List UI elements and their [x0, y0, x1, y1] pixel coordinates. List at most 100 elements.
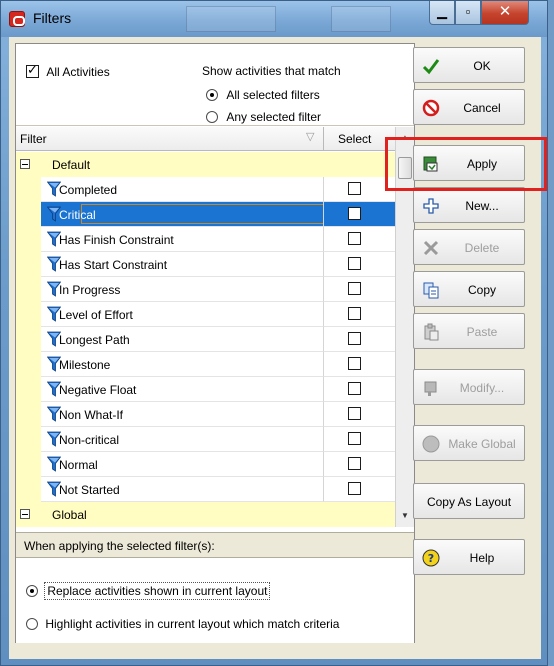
minimize-button[interactable]: ▁	[429, 1, 455, 25]
select-cell	[323, 452, 395, 477]
new-button-highlight	[385, 137, 547, 191]
filter-name: Negative Float	[59, 383, 137, 397]
modify-button[interactable]: Modify...	[413, 369, 525, 405]
select-checkbox[interactable]	[348, 432, 361, 445]
filter-row[interactable]: Level of Effort	[16, 302, 395, 327]
select-cell	[323, 277, 395, 302]
replace-label: Replace activities shown in current layo…	[44, 581, 271, 600]
filter-row[interactable]: Longest Path	[16, 327, 395, 352]
select-cell	[323, 327, 395, 352]
select-cell	[323, 477, 395, 502]
paste-label: Paste	[466, 325, 498, 339]
row-indent	[16, 202, 41, 227]
apply-options: Replace activities shown in current layo…	[16, 559, 414, 643]
svg-text:?: ?	[428, 552, 434, 565]
window-title: Filters	[33, 10, 72, 26]
apply-section-label: When applying the selected filter(s):	[16, 532, 414, 558]
all-activities-option[interactable]: All Activities	[26, 62, 110, 79]
group-row[interactable]: Default	[16, 152, 395, 177]
select-checkbox[interactable]	[348, 357, 361, 370]
highlight-radio[interactable]	[26, 617, 38, 630]
row-indent	[16, 302, 41, 327]
help-button[interactable]: ? Help	[413, 539, 525, 575]
background-window-ghost	[331, 6, 391, 32]
copy-icon	[423, 282, 439, 299]
filter-name: Non What-If	[59, 408, 124, 422]
filter-row[interactable]: Critical	[16, 202, 395, 227]
ok-button[interactable]: OK	[413, 47, 525, 83]
all-activities-checkbox[interactable]	[26, 62, 39, 79]
row-indent	[16, 427, 41, 452]
select-checkbox[interactable]	[348, 482, 361, 495]
copy-button[interactable]: Copy	[413, 271, 525, 307]
filter-row[interactable]: Completed	[16, 177, 395, 202]
select-checkbox[interactable]	[348, 257, 361, 270]
filter-row[interactable]: Has Finish Constraint	[16, 227, 395, 252]
match-any-option[interactable]: Any selected filter	[206, 109, 321, 124]
match-all-option[interactable]: All selected filters	[206, 87, 320, 102]
match-title: Show activities that match	[202, 64, 341, 78]
group-row[interactable]: Global	[16, 502, 395, 527]
filters-window: Filters ▁ ▫ ✕ All Activities Show activi…	[0, 0, 548, 666]
select-checkbox[interactable]	[348, 232, 361, 245]
x-icon	[423, 240, 439, 256]
select-checkbox[interactable]	[348, 332, 361, 345]
row-indent	[16, 377, 41, 402]
filter-row[interactable]: Milestone	[16, 352, 395, 377]
select-cell	[323, 302, 395, 327]
match-any-radio[interactable]	[206, 110, 218, 123]
ok-label: OK	[473, 59, 491, 73]
collapse-toggle-icon[interactable]	[20, 159, 30, 169]
copy-as-layout-button[interactable]: Copy As Layout	[413, 483, 525, 519]
grid-header: Filter ▽ Select	[16, 127, 395, 151]
match-all-radio[interactable]	[206, 88, 218, 101]
filter-row[interactable]: Not Started	[16, 477, 395, 502]
select-checkbox[interactable]	[348, 307, 361, 320]
all-activities-label: All Activities	[46, 64, 110, 79]
column-header-select[interactable]: Select	[338, 132, 371, 146]
filter-row[interactable]: Non-critical	[16, 427, 395, 452]
new-label: New...	[465, 199, 499, 213]
filter-grid: Filter ▽ Select Default Completed Critical…	[16, 127, 414, 527]
column-header-filter[interactable]: Filter	[20, 132, 47, 146]
no-entry-icon	[422, 99, 440, 117]
cancel-button[interactable]: Cancel	[413, 89, 525, 125]
filter-row[interactable]: In Progress	[16, 277, 395, 302]
filter-row[interactable]: Normal	[16, 452, 395, 477]
scroll-down-icon[interactable]: ▼	[396, 507, 414, 525]
replace-option[interactable]: Replace activities shown in current layo…	[26, 581, 271, 600]
cancel-label: Cancel	[463, 101, 501, 115]
filters-panel: All Activities Show activities that matc…	[15, 43, 415, 643]
paste-button[interactable]: Paste	[413, 313, 525, 349]
select-cell	[323, 252, 395, 277]
filter-row[interactable]: Non What-If	[16, 402, 395, 427]
collapse-toggle-icon[interactable]	[20, 509, 30, 519]
select-checkbox[interactable]	[348, 282, 361, 295]
select-checkbox[interactable]	[348, 407, 361, 420]
select-checkbox[interactable]	[348, 182, 361, 195]
filter-row[interactable]: Has Start Constraint	[16, 252, 395, 277]
delete-label: Delete	[464, 241, 500, 255]
select-checkbox[interactable]	[348, 457, 361, 470]
filter-name: Longest Path	[59, 333, 130, 347]
help-icon: ?	[422, 549, 440, 567]
background-window-ghost	[186, 6, 276, 32]
select-checkbox[interactable]	[348, 207, 361, 220]
close-button[interactable]: ✕	[481, 1, 529, 25]
group-name: Default	[52, 158, 91, 172]
maximize-button[interactable]: ▫	[455, 1, 481, 25]
highlight-option[interactable]: Highlight activities in current layout w…	[26, 616, 339, 631]
paste-icon	[424, 323, 439, 341]
make-global-button[interactable]: Make Global	[413, 425, 525, 461]
copy-as-layout-label: Copy As Layout	[426, 495, 512, 509]
column-divider[interactable]	[323, 127, 324, 151]
delete-button[interactable]: Delete	[413, 229, 525, 265]
filter-name: Has Finish Constraint	[59, 233, 174, 247]
new-button[interactable]: New...	[413, 187, 525, 223]
filter-row[interactable]: Negative Float	[16, 377, 395, 402]
sort-icon[interactable]: ▽	[306, 130, 314, 143]
title-bar[interactable]: Filters ▁ ▫ ✕	[1, 1, 547, 37]
app-icon	[9, 11, 25, 27]
select-checkbox[interactable]	[348, 382, 361, 395]
replace-radio[interactable]	[26, 584, 38, 597]
